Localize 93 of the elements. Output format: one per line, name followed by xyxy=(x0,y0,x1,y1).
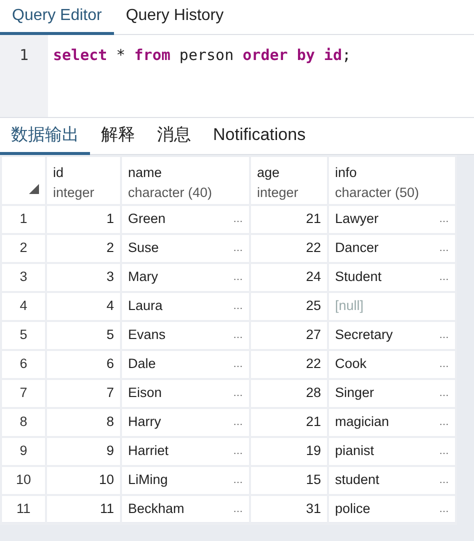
row-number[interactable]: 1 xyxy=(1,204,46,234)
output-tab[interactable]: 解释 xyxy=(90,118,146,155)
table-cell: 28 xyxy=(250,378,328,408)
row-number[interactable]: 10 xyxy=(1,466,46,494)
table-cell: 3 xyxy=(46,262,121,292)
table-cell: 8 xyxy=(46,408,121,436)
table-cell-text: Green xyxy=(128,210,166,228)
expand-button[interactable]: … xyxy=(439,212,449,226)
row-number[interactable]: 3 xyxy=(1,262,46,292)
line-number: 1 xyxy=(0,35,48,117)
table-cell: 22 xyxy=(250,350,328,378)
table-cell-text: Cook xyxy=(335,354,367,373)
table-cell: 1 xyxy=(46,204,121,234)
column-type: integer xyxy=(53,184,96,202)
table-cell: 7 xyxy=(46,378,121,408)
expand-button[interactable]: … xyxy=(233,212,243,226)
column-type: character (40) xyxy=(128,184,214,202)
output-tab[interactable]: Notifications xyxy=(202,118,317,155)
expand-button[interactable]: … xyxy=(233,240,243,256)
row-number[interactable]: 7 xyxy=(1,378,46,408)
table-cell: 25 xyxy=(250,292,328,320)
table-cell: 6 xyxy=(46,350,121,378)
table-cell: 22 xyxy=(250,234,328,262)
table-cell: 15 xyxy=(250,466,328,494)
table-cell-text: police xyxy=(335,500,370,518)
table-cell-text: Dancer xyxy=(335,238,379,257)
table-cell: 19 xyxy=(250,436,328,466)
expand-button[interactable]: … xyxy=(439,356,449,372)
expand-button[interactable]: … xyxy=(233,386,243,400)
expand-button[interactable]: … xyxy=(233,414,243,430)
table-cell: 21 xyxy=(250,408,328,436)
table-cell-text: pianist xyxy=(335,442,374,460)
expand-button[interactable]: … xyxy=(439,472,449,488)
table-cell: 4 xyxy=(46,292,121,320)
output-tab[interactable]: 数据输出 xyxy=(0,118,90,155)
column-header[interactable]: id integer xyxy=(46,156,121,204)
column-header[interactable]: name character (40) xyxy=(121,156,250,204)
table-cell: 9 xyxy=(46,436,121,466)
expand-button[interactable]: … xyxy=(233,472,243,488)
expand-button[interactable]: … xyxy=(439,444,449,458)
table-cell-text: Beckham xyxy=(128,500,184,518)
table-cell: [null] xyxy=(328,292,456,320)
table-cell-text: LiMing xyxy=(128,470,168,489)
expand-button[interactable]: … xyxy=(439,414,449,430)
expand-button[interactable]: … xyxy=(233,356,243,372)
row-number[interactable]: 4 xyxy=(1,292,46,320)
table-cell-text: Eison xyxy=(128,384,162,402)
expand-button[interactable]: … xyxy=(233,502,243,516)
row-number[interactable]: 8 xyxy=(1,408,46,436)
row-number[interactable]: 2 xyxy=(1,234,46,262)
table-cell-text: Suse xyxy=(128,238,159,257)
row-number[interactable]: 9 xyxy=(1,436,46,466)
table-cell: 24 xyxy=(250,262,328,292)
output-tab[interactable]: 消息 xyxy=(146,118,202,155)
expand-button[interactable]: … xyxy=(233,270,243,284)
expand-button[interactable]: … xyxy=(439,328,449,342)
table-cell-text: Lawyer xyxy=(335,210,379,228)
column-name: name xyxy=(128,164,163,182)
column-type: character (50) xyxy=(335,184,420,202)
column-type: integer xyxy=(257,184,300,202)
table-cell-text: Singer xyxy=(335,384,374,402)
expand-button[interactable]: … xyxy=(439,240,449,256)
table-cell-text: Dale xyxy=(128,354,156,373)
expand-button[interactable]: … xyxy=(439,386,449,400)
table-cell-text: Laura xyxy=(128,296,163,315)
table-cell: 27 xyxy=(250,320,328,350)
sort-corner-icon[interactable] xyxy=(29,184,39,194)
table-cell-text: student xyxy=(335,470,380,489)
row-number[interactable]: 5 xyxy=(1,320,46,350)
table-cell: 10 xyxy=(46,466,121,494)
table-cell-text: Mary xyxy=(128,268,158,286)
table-cell-text: magician xyxy=(335,412,390,431)
table-cell-text: Secretary xyxy=(335,326,393,344)
table-cell-text: Student xyxy=(335,268,382,286)
column-header[interactable]: age integer xyxy=(250,156,328,204)
column-header[interactable]: info character (50) xyxy=(328,156,456,204)
column-name: info xyxy=(335,164,358,182)
expand-button[interactable]: … xyxy=(233,298,243,314)
column-name: age xyxy=(257,164,281,182)
table-cell: 2 xyxy=(46,234,121,262)
row-number[interactable]: 6 xyxy=(1,350,46,378)
table-cell-text: Harriet xyxy=(128,442,169,460)
table-cell-text: Evans xyxy=(128,326,166,344)
code-line[interactable]: select * from person order by id; xyxy=(48,35,356,117)
editor-tab[interactable]: Query History xyxy=(114,0,236,35)
expand-button[interactable]: … xyxy=(439,502,449,516)
column-name: id xyxy=(53,164,65,182)
table-cell-text: Harry xyxy=(128,412,161,431)
expand-button[interactable]: … xyxy=(233,328,243,342)
expand-button[interactable]: … xyxy=(233,444,243,458)
expand-button[interactable]: … xyxy=(439,270,449,284)
table-cell: 21 xyxy=(250,204,328,234)
table-cell: 5 xyxy=(46,320,121,350)
